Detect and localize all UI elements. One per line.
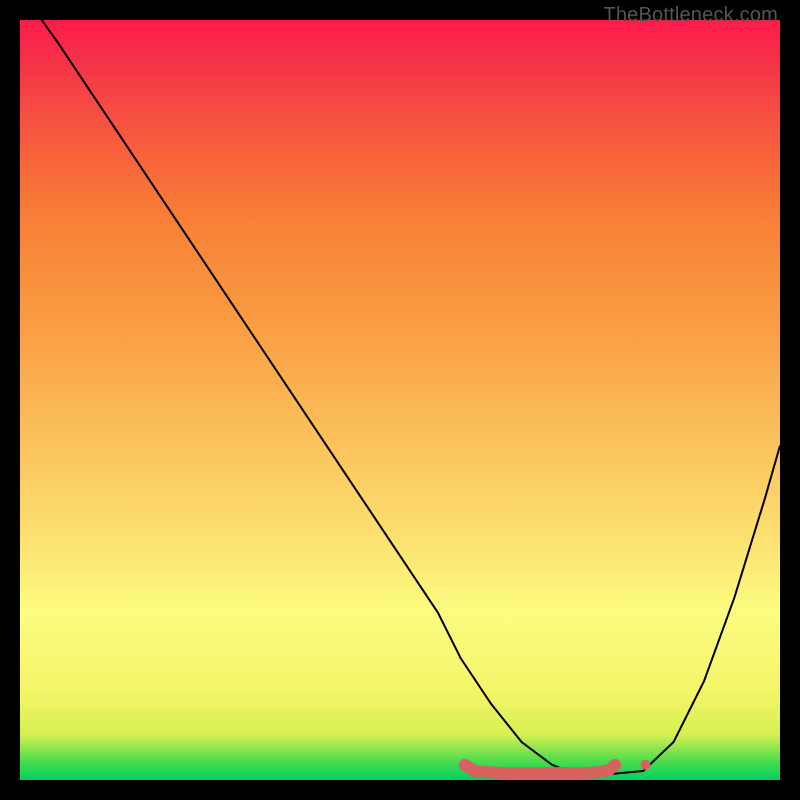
- chart-svg: [20, 20, 780, 780]
- watermark-text: TheBottleneck.com: [603, 4, 778, 27]
- highlight-dot: [640, 760, 650, 770]
- plot-area: [20, 20, 780, 780]
- highlight-region: [465, 765, 615, 773]
- main-curve: [20, 20, 780, 774]
- chart-container: TheBottleneck.com: [0, 0, 800, 800]
